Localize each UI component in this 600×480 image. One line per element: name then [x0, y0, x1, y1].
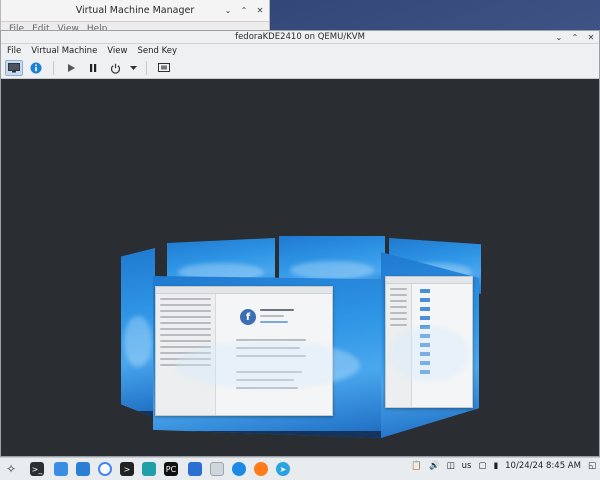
system-tray: 📋 🔊 ◫ us ▢ ▮ 10/24/24 8:45 AM ◱ [411, 461, 596, 471]
toolbar-separator [53, 61, 54, 75]
host-taskbar: ✧ >_ > PC ➤ 📋 🔊 ◫ us ▢ ▮ 10/24/24 8:45 A… [0, 457, 600, 480]
details-button[interactable] [27, 60, 45, 76]
vscode-icon[interactable] [188, 462, 202, 476]
audio-icon[interactable]: 🔊 [429, 461, 440, 471]
pause-button[interactable] [84, 60, 102, 76]
vm-title: fedoraKDE2410 on QEMU/KVM [235, 32, 365, 42]
console-button[interactable] [5, 60, 23, 76]
vm-titlebar[interactable]: fedoraKDE2410 on QEMU/KVM ⌄ ⌃ ✕ [1, 31, 599, 44]
firefox-icon[interactable] [254, 462, 268, 476]
files-icon[interactable] [54, 462, 68, 476]
dropdown-arrow-icon [129, 65, 137, 70]
telegram-icon[interactable]: ➤ [276, 462, 290, 476]
fedora-logo: f [240, 309, 256, 325]
vmm-title: Virtual Machine Manager [75, 5, 195, 16]
guest-info-line [236, 371, 302, 373]
guest-info-line [236, 347, 300, 349]
pause-icon [90, 64, 97, 72]
shutdown-menu-button[interactable] [128, 60, 138, 76]
desktop-face-front: f [153, 276, 383, 438]
battery-icon[interactable]: ▮ [493, 461, 498, 471]
virt-manager-icon[interactable] [210, 462, 224, 476]
clipboard-icon[interactable]: 📋 [411, 461, 422, 471]
guest-info-line [236, 355, 306, 357]
guest-about-titlebar [156, 287, 332, 294]
monitor-icon [8, 63, 20, 73]
browser-icon[interactable] [232, 462, 246, 476]
close-icon[interactable]: ✕ [586, 32, 596, 42]
run-button[interactable] [62, 60, 80, 76]
clock[interactable]: 10/24/24 8:45 AM [505, 461, 581, 471]
guest-about-window[interactable]: f [155, 286, 333, 416]
maximize-icon[interactable]: ⌃ [570, 32, 580, 42]
minimize-icon[interactable]: ⌄ [223, 5, 233, 15]
vmm-titlebar[interactable]: Virtual Machine Manager ⌄ ⌃ ✕ [1, 0, 269, 22]
guest-link-line [260, 321, 288, 323]
power-icon [110, 63, 120, 74]
console-icon[interactable]: > [120, 462, 134, 476]
terminal-icon[interactable]: >_ [30, 462, 44, 476]
folder-icon [420, 289, 430, 379]
menu-virtual-machine[interactable]: Virtual Machine [31, 46, 97, 56]
app-icon[interactable] [142, 462, 156, 476]
guest-info-line [236, 387, 298, 389]
toolbar-separator [146, 61, 147, 75]
play-icon [68, 64, 75, 72]
shutdown-button[interactable] [106, 60, 124, 76]
maximize-icon[interactable]: ⌃ [239, 5, 249, 15]
guest-file-manager-window[interactable] [385, 276, 473, 408]
info-icon [30, 62, 42, 74]
minimize-icon[interactable]: ⌄ [554, 32, 564, 42]
guest-taskbar [153, 431, 383, 438]
guest-info-line [236, 379, 294, 381]
app-launcher-icon[interactable]: ✧ [6, 462, 16, 476]
menu-file[interactable]: File [7, 46, 21, 56]
guest-os-name-line [260, 309, 294, 311]
fullscreen-icon [158, 62, 170, 72]
menu-send-key[interactable]: Send Key [137, 46, 177, 56]
chrome-icon[interactable] [98, 462, 112, 476]
window-icon[interactable] [76, 462, 90, 476]
vm-toolbar [1, 58, 599, 79]
guest-taskbar [121, 411, 155, 418]
close-icon[interactable]: ✕ [255, 5, 265, 15]
guest-file-manager-titlebar [386, 277, 472, 284]
keyboard-layout[interactable]: us [462, 461, 472, 471]
network-icon[interactable]: ◫ [447, 461, 455, 471]
desktop-face-left [121, 248, 155, 418]
guest-places-sidebar [386, 284, 412, 407]
show-desktop-icon[interactable]: ◱ [588, 461, 596, 471]
fullscreen-button[interactable] [155, 60, 173, 76]
guest-edition-line [260, 315, 284, 317]
vm-menubar: File Virtual Machine View Send Key [1, 44, 599, 58]
guest-settings-sidebar [156, 294, 216, 415]
pycharm-icon[interactable]: PC [164, 462, 178, 476]
desktop-face-right [381, 252, 479, 438]
guest-info-line [236, 339, 306, 341]
vm-console-display[interactable]: f [3, 80, 597, 455]
menu-view[interactable]: View [107, 46, 127, 56]
vm-console-window[interactable]: fedoraKDE2410 on QEMU/KVM ⌄ ⌃ ✕ File Vir… [0, 30, 600, 457]
display-icon[interactable]: ▢ [478, 461, 486, 471]
